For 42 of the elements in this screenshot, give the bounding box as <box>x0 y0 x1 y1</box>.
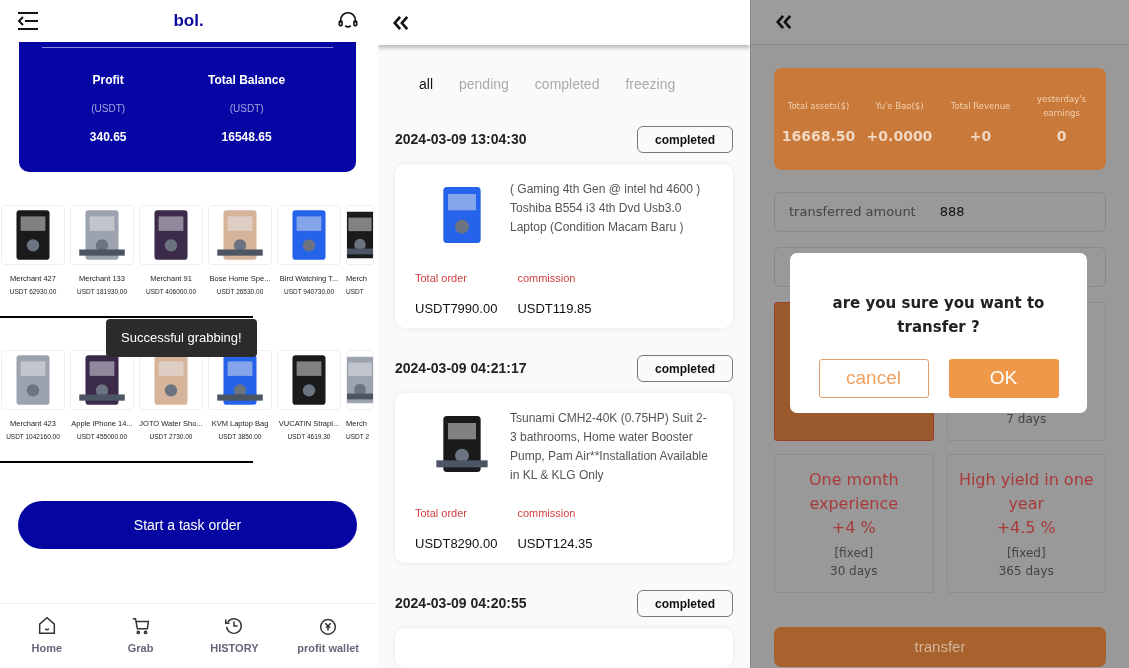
stat-label: Total assets($) <box>787 99 850 113</box>
plan-duration: 365 days <box>998 563 1054 580</box>
plan-title: One month experience <box>807 469 900 515</box>
status-badge: completed <box>637 126 733 153</box>
toast: Successful grabbing! <box>106 319 257 357</box>
stat-label: Yu'e Bao($) <box>875 99 924 113</box>
stat-value: +0 <box>969 126 992 146</box>
stat-value: +0.0000 <box>866 126 933 146</box>
summary-value: 340.65 <box>89 129 127 146</box>
plan-title: High yield in one year <box>957 469 1095 515</box>
order-time: 2024-03-09 04:21:17 <box>395 359 527 378</box>
logo: bol. <box>173 10 204 33</box>
plan-rate: +4.5 % <box>996 517 1056 539</box>
order-time: 2024-03-09 13:04:30 <box>395 130 527 149</box>
product-title: ( Gaming 4th Gen @ intel hd 4600 ) Toshiba B554 i3 4th Dvd Usb3.0 Laptop (Condition Macam Baru ) <box>510 181 702 236</box>
plan-note: [fixed] <box>834 545 874 562</box>
total-label: Total order <box>415 271 468 286</box>
stat-label: yesterday's earnings <box>1036 92 1087 120</box>
commission-label: commission <box>517 271 577 286</box>
summary-unit: (USDT) <box>91 102 126 116</box>
stat-value: 16668.50 <box>781 126 856 146</box>
stat-label: Total Revenue <box>950 99 1011 113</box>
commission-value: USDT119.85 <box>517 299 592 318</box>
plan-note: [fixed] <box>1006 545 1046 562</box>
total-label: Total order <box>415 506 468 521</box>
summary-label: Total Balance <box>208 72 286 89</box>
plan-duration: 7 days <box>1006 411 1047 428</box>
stat-value: 0 <box>1056 126 1067 146</box>
total-value: USDT8290.00 <box>415 534 498 553</box>
plan-duration: 30 days <box>830 563 878 580</box>
summary-unit: (USDT) <box>229 102 264 116</box>
order-time: 2024-03-09 04:20:55 <box>395 594 527 613</box>
product-title: Tsunami CMH2-40K (0.75HP) Suit 2-3 bathrooms, Home water Booster Pump, Pam Air**Installation Available in KL & KLG Only <box>510 410 709 484</box>
summary-label: Profit <box>92 72 124 89</box>
dialog-message: are you sure you want to transfer ? <box>831 293 1046 338</box>
plan-rate: +4 % <box>831 517 876 539</box>
commission-label: commission <box>517 506 577 521</box>
status-badge: completed <box>637 355 733 382</box>
summary-value: 16548.65 <box>221 129 272 146</box>
total-value: USDT7990.00 <box>415 299 498 318</box>
status-badge: completed <box>637 590 733 617</box>
commission-value: USDT124.35 <box>517 534 593 553</box>
